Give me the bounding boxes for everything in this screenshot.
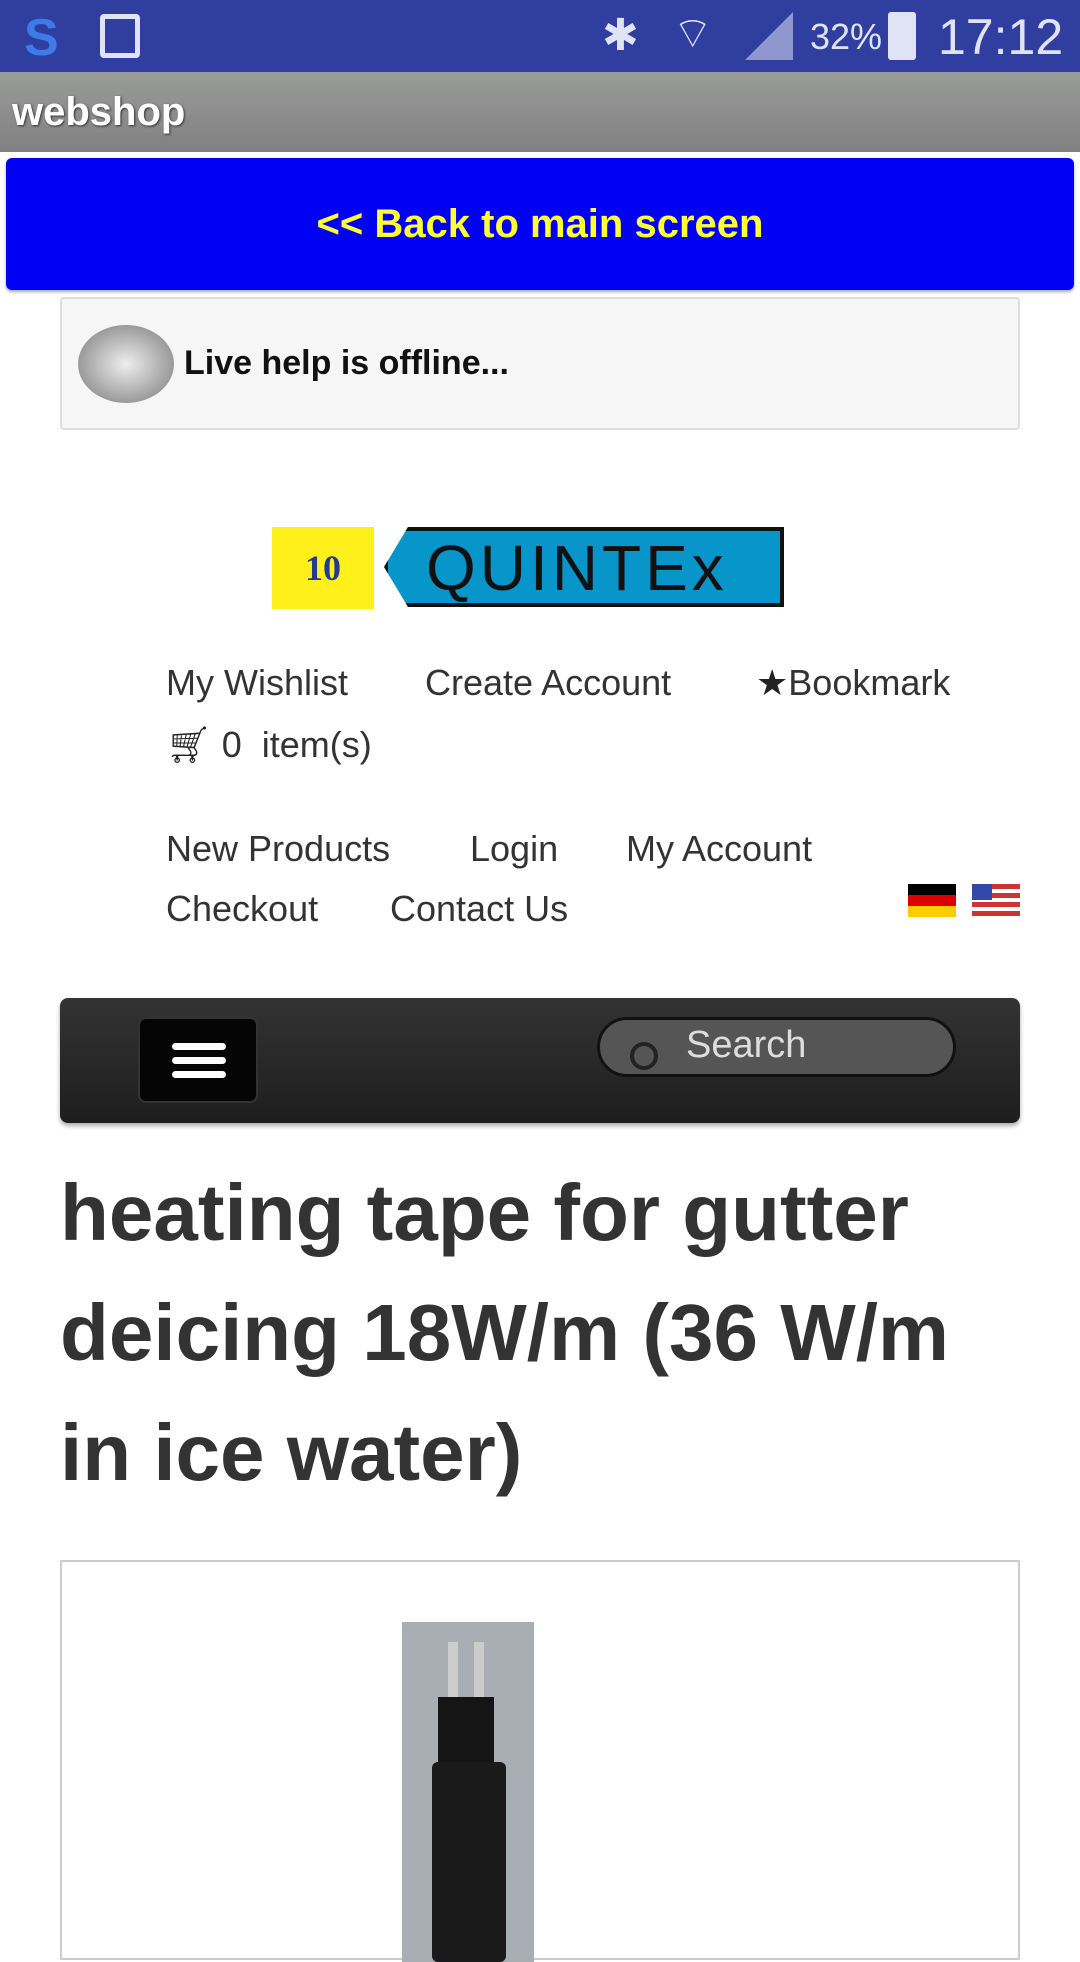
gallery-icon xyxy=(100,14,140,58)
bookmark-link[interactable]: ★Bookmark xyxy=(756,662,950,704)
product-image[interactable] xyxy=(402,1622,534,1962)
battery-percent: 32% xyxy=(810,16,883,57)
checkout-link[interactable]: Checkout xyxy=(166,888,318,930)
app-title: webshop xyxy=(12,90,186,134)
app-title-bar: webshop xyxy=(0,72,1080,152)
clock: 17:12 xyxy=(938,9,1064,65)
hamburger-menu-button[interactable] xyxy=(138,1017,258,1103)
live-help-box[interactable]: Live help is offline... xyxy=(60,297,1020,430)
create-account-link[interactable]: Create Account xyxy=(425,662,671,704)
my-account-link[interactable]: My Account xyxy=(626,828,812,870)
back-to-main-button[interactable]: << Back to main screen xyxy=(6,158,1074,290)
signal-icon xyxy=(745,12,793,60)
nav-toolbar: Search xyxy=(60,998,1020,1123)
product-title: heating tape for gutter deicing 18W/m (3… xyxy=(60,1168,950,1497)
s-app-icon: S xyxy=(24,9,59,67)
anniversary-badge: 10 xyxy=(272,527,374,609)
live-help-offline-icon xyxy=(78,324,174,403)
quintex-logo[interactable]: 10 QUINTEx xyxy=(272,525,805,611)
my-wishlist-link[interactable]: My Wishlist xyxy=(166,662,348,704)
cart-icon: 🛒︎ xyxy=(166,724,212,765)
status-bar: S ✱ ⌔ 32% 17:12 xyxy=(0,0,1080,72)
cart-link[interactable]: 🛒︎ 0 item(s) xyxy=(166,724,372,766)
bluetooth-icon: ✱ xyxy=(602,11,639,60)
german-flag-icon[interactable] xyxy=(908,884,956,917)
wifi-icon: ⌔ xyxy=(672,9,714,58)
product-image-frame xyxy=(60,1560,1020,1962)
search-icon xyxy=(630,1042,658,1070)
star-icon: ★ xyxy=(756,662,789,703)
us-flag-icon[interactable] xyxy=(972,884,1020,917)
brand-name: QUINTEx xyxy=(384,527,784,607)
login-link[interactable]: Login xyxy=(470,828,558,870)
search-input[interactable]: Search xyxy=(597,1017,956,1077)
live-help-status: Live help is offline... xyxy=(184,344,509,382)
battery-charging-icon xyxy=(888,12,916,60)
new-products-link[interactable]: New Products xyxy=(166,828,390,870)
contact-us-link[interactable]: Contact Us xyxy=(390,888,568,930)
